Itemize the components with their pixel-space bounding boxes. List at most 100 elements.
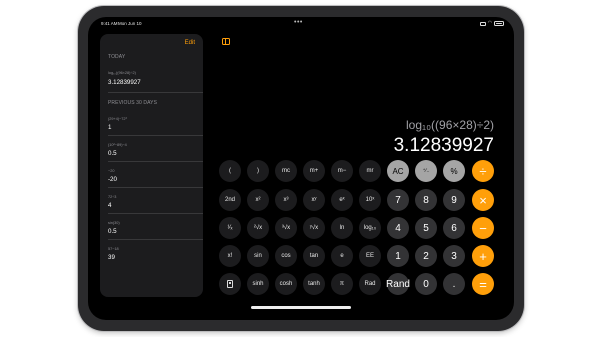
key-label: ÷: [479, 163, 487, 179]
key-label: ×: [479, 192, 487, 208]
x-key[interactable]: x²: [247, 189, 269, 211]
key-label: 7: [395, 194, 401, 206]
key-label: ¹⁄ₓ: [227, 225, 233, 231]
8-key[interactable]: 8: [415, 189, 437, 211]
x-key[interactable]: ʸ√x: [303, 217, 325, 239]
9-key[interactable]: 9: [443, 189, 465, 211]
divider: [108, 92, 203, 93]
0-key[interactable]: 0: [415, 273, 437, 295]
x-key[interactable]: ³√x: [275, 217, 297, 239]
calculator-icon: [227, 280, 233, 288]
3-key[interactable]: 3: [443, 245, 465, 267]
key-label: π: [339, 281, 345, 287]
multitasking-dots[interactable]: •••: [294, 19, 303, 26]
divider: [108, 161, 203, 162]
2-key[interactable]: 2: [415, 245, 437, 267]
5-key[interactable]: 5: [415, 217, 437, 239]
key-label: 8: [423, 194, 429, 206]
cosh-key[interactable]: cosh: [275, 273, 297, 295]
ln-key[interactable]: ln: [331, 217, 353, 239]
key-label: ²√x: [253, 225, 263, 231]
key-label: x³: [283, 197, 289, 203]
section-previous: PREVIOUS 30 DAYS: [108, 100, 158, 106]
divide-key[interactable]: ÷: [472, 160, 494, 182]
key-label: .: [452, 278, 456, 290]
key-label: sin: [254, 253, 262, 259]
calculator-mode-button[interactable]: [219, 273, 241, 295]
display-value: 3.12839927: [393, 135, 494, 156]
add-key[interactable]: +: [472, 245, 494, 267]
2nd-key[interactable]: 2nd: [219, 189, 241, 211]
all-clear-key[interactable]: AC: [387, 160, 409, 182]
rad-key[interactable]: Rad: [359, 273, 381, 295]
history-expression: 57−18: [108, 247, 119, 251]
divider: [108, 239, 203, 240]
plus-minus-key[interactable]: ⁺∕₋: [415, 160, 437, 182]
multiply-key[interactable]: ×: [472, 189, 494, 211]
key-label: tan: [309, 253, 319, 259]
6-key[interactable]: 6: [443, 217, 465, 239]
7-key[interactable]: 7: [387, 189, 409, 211]
x-key[interactable]: x!: [219, 245, 241, 267]
key-label: x²: [255, 197, 261, 203]
key-label: ln: [339, 225, 345, 231]
pi-key[interactable]: π: [331, 273, 353, 295]
sinh-key[interactable]: sinh: [247, 273, 269, 295]
percent-key[interactable]: %: [443, 160, 465, 182]
key-label: tanh: [308, 281, 320, 287]
history-result: 0.5: [108, 150, 117, 157]
1-key[interactable]: 1: [387, 245, 409, 267]
sin-key[interactable]: sin: [247, 245, 269, 267]
key-label: cosh: [279, 281, 293, 287]
m-key[interactable]: m−: [331, 160, 353, 182]
key-label: Rad: [364, 281, 376, 287]
key-label: xʸ: [311, 197, 317, 203]
status-date: Mon Jun 10: [118, 21, 142, 26]
history-result: 4: [108, 202, 112, 209]
history-result: -20: [108, 176, 117, 183]
e-key[interactable]: e: [331, 245, 353, 267]
m-key[interactable]: m+: [303, 160, 325, 182]
subtract-key[interactable]: −: [472, 217, 494, 239]
key-label: x!: [227, 253, 233, 259]
open-paren-key[interactable]: (: [219, 160, 241, 182]
mc-key[interactable]: mc: [275, 160, 297, 182]
ee-key[interactable]: EE: [359, 245, 381, 267]
edit-button[interactable]: Edit: [185, 40, 195, 46]
ipad-screen: 9:41 AM Mon Jun 10 ••• ◠ Edit TODAY log₁…: [88, 17, 514, 320]
tanh-key[interactable]: tanh: [303, 273, 325, 295]
10-key[interactable]: 10ˣ: [359, 189, 381, 211]
x-key[interactable]: xʸ: [303, 189, 325, 211]
key-label: log₁₀: [363, 225, 377, 231]
key-label: 10ˣ: [365, 197, 375, 203]
sidebar-toggle-icon[interactable]: [222, 38, 230, 45]
log-key[interactable]: log₁₀: [359, 217, 381, 239]
key-label: Rand: [386, 278, 410, 290]
x-key[interactable]: ²√x: [247, 217, 269, 239]
x-key[interactable]: x³: [275, 189, 297, 211]
key-label: mr: [366, 168, 374, 174]
history-result: 3.12839927: [108, 79, 141, 86]
history-result: 39: [108, 254, 115, 261]
divider: [108, 213, 203, 214]
rand-key[interactable]: Rand: [386, 273, 410, 295]
decimal-key[interactable]: .: [443, 273, 465, 295]
key-label: m−: [337, 168, 347, 174]
status-indicators: ◠: [479, 21, 504, 26]
key-label: 6: [451, 222, 457, 234]
key-label: e: [340, 253, 344, 259]
home-indicator[interactable]: [251, 306, 351, 309]
key-2-0-key[interactable]: ¹⁄ₓ: [219, 217, 241, 239]
key-label: mc: [282, 168, 290, 174]
tan-key[interactable]: tan: [303, 245, 325, 267]
equals-key[interactable]: =: [472, 273, 494, 295]
4-key[interactable]: 4: [387, 217, 409, 239]
key-label: m+: [309, 168, 319, 174]
cos-key[interactable]: cos: [275, 245, 297, 267]
status-time: 9:41 AM: [101, 21, 118, 26]
close-paren-key[interactable]: ): [247, 160, 269, 182]
display-expression: log₁₀((96×28)÷2): [406, 118, 494, 132]
e-key[interactable]: eˣ: [331, 189, 353, 211]
mr-key[interactable]: mr: [359, 160, 381, 182]
key-label: ⁺∕₋: [422, 168, 430, 174]
